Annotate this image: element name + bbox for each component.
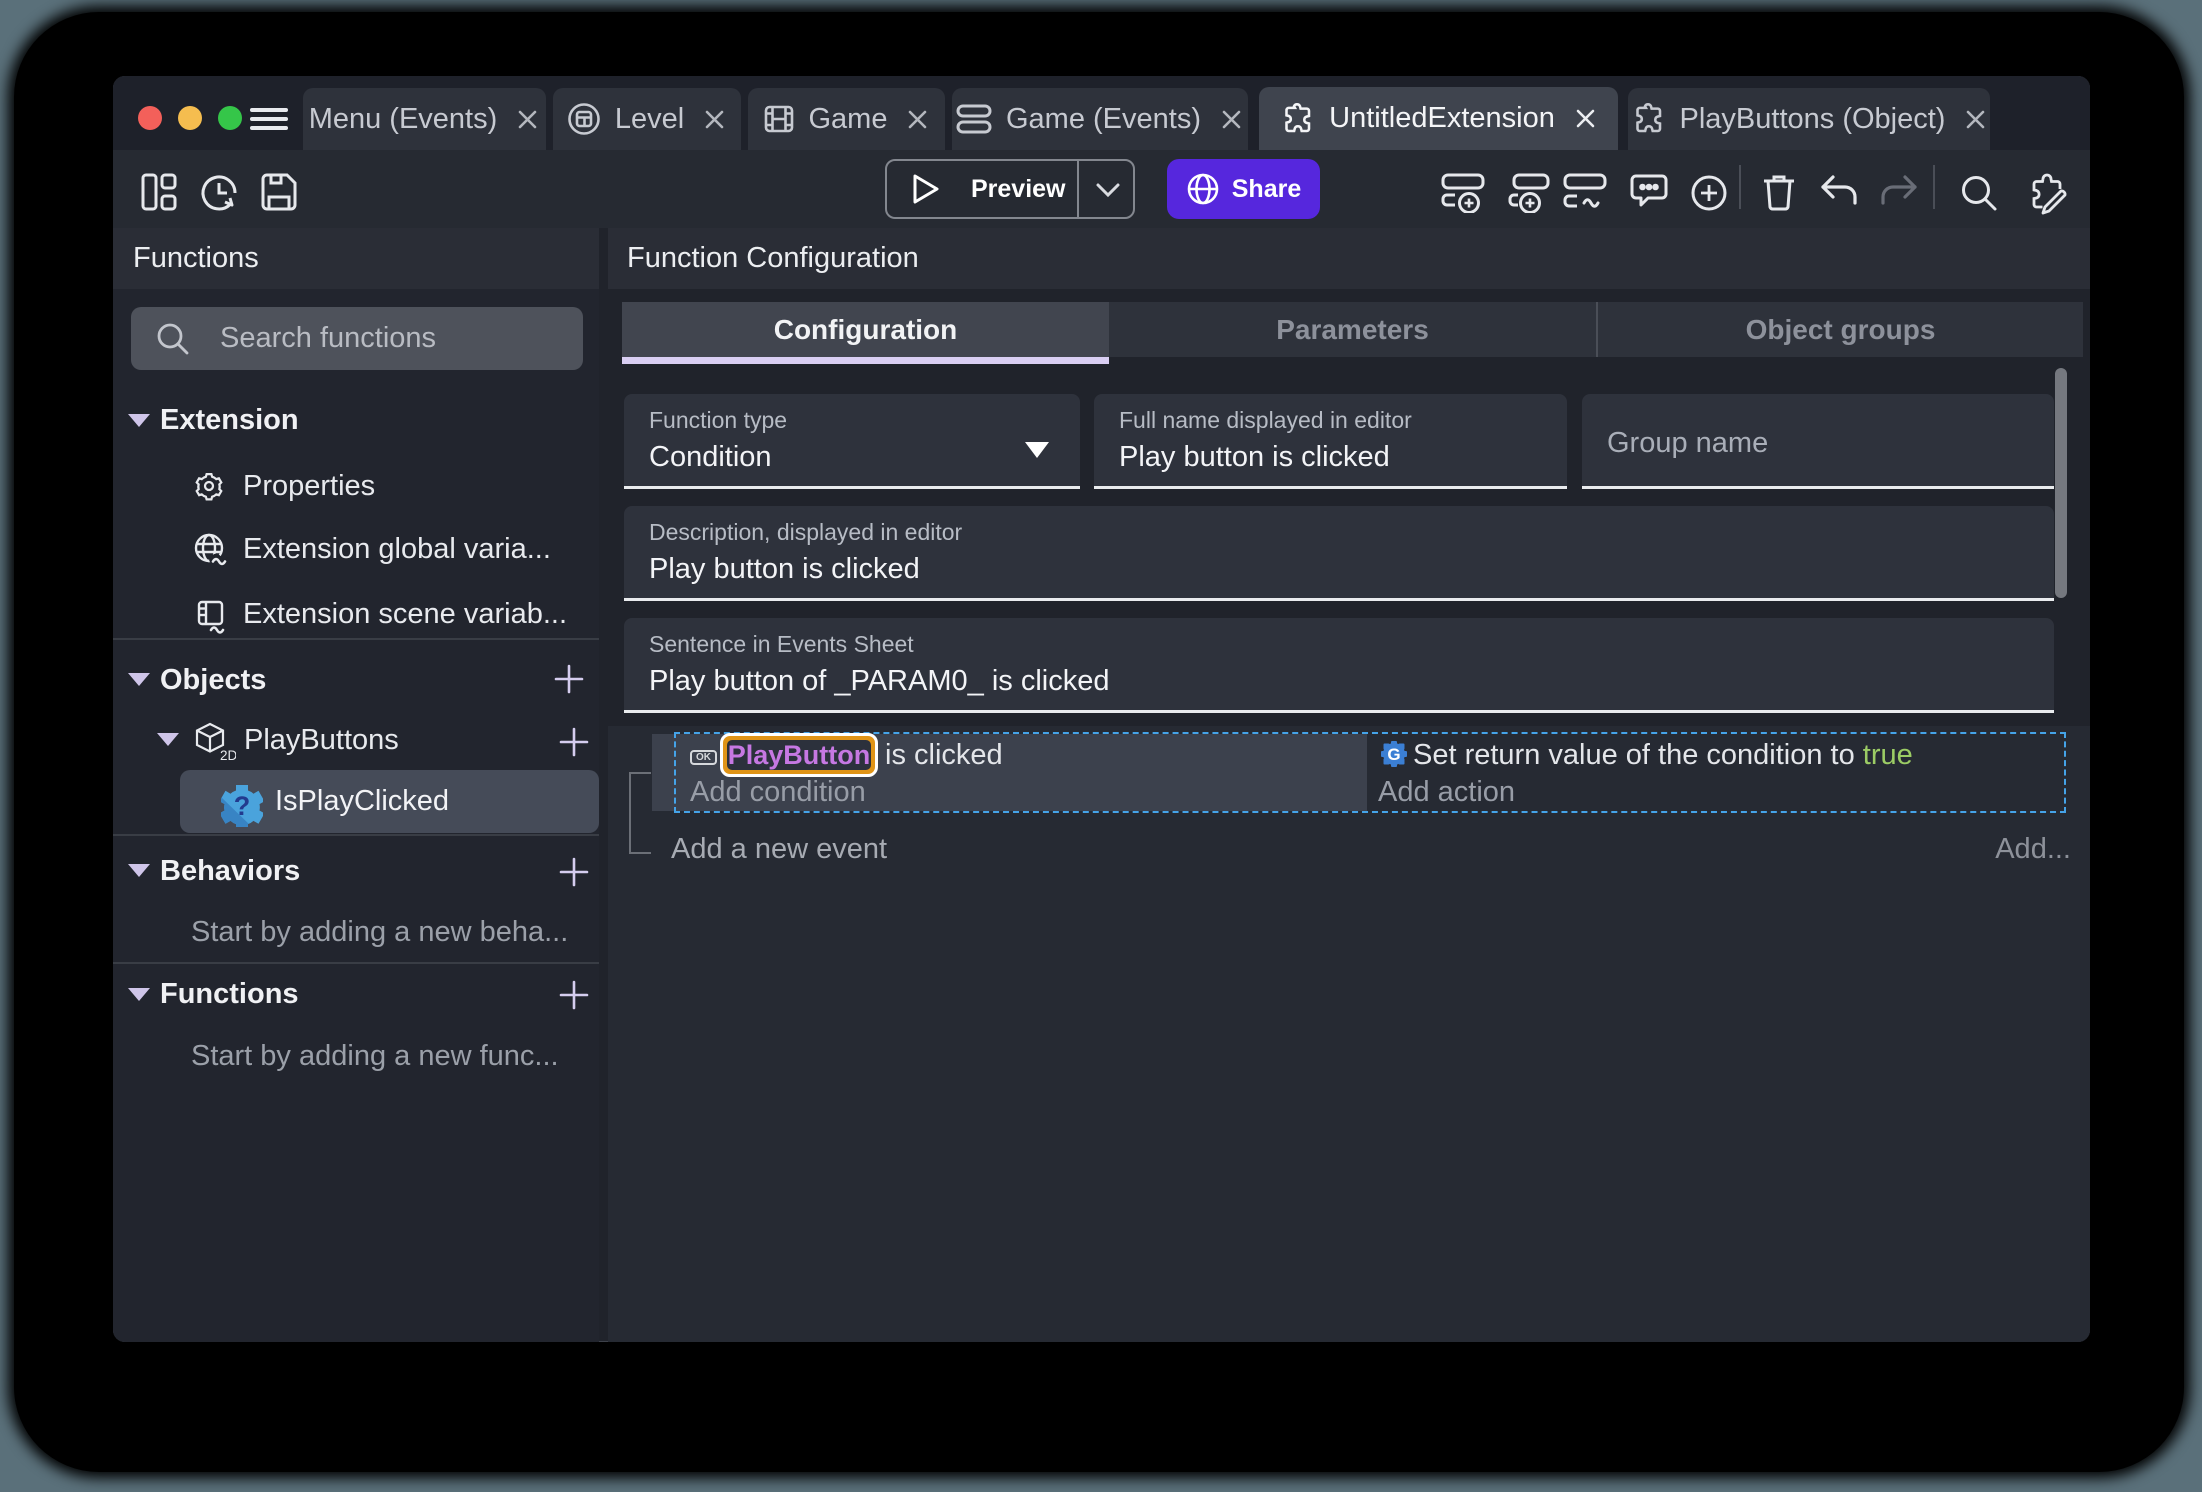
svg-text:G: G (1387, 745, 1400, 764)
svg-text:2D: 2D (220, 748, 236, 762)
svg-text:?: ? (234, 791, 251, 821)
